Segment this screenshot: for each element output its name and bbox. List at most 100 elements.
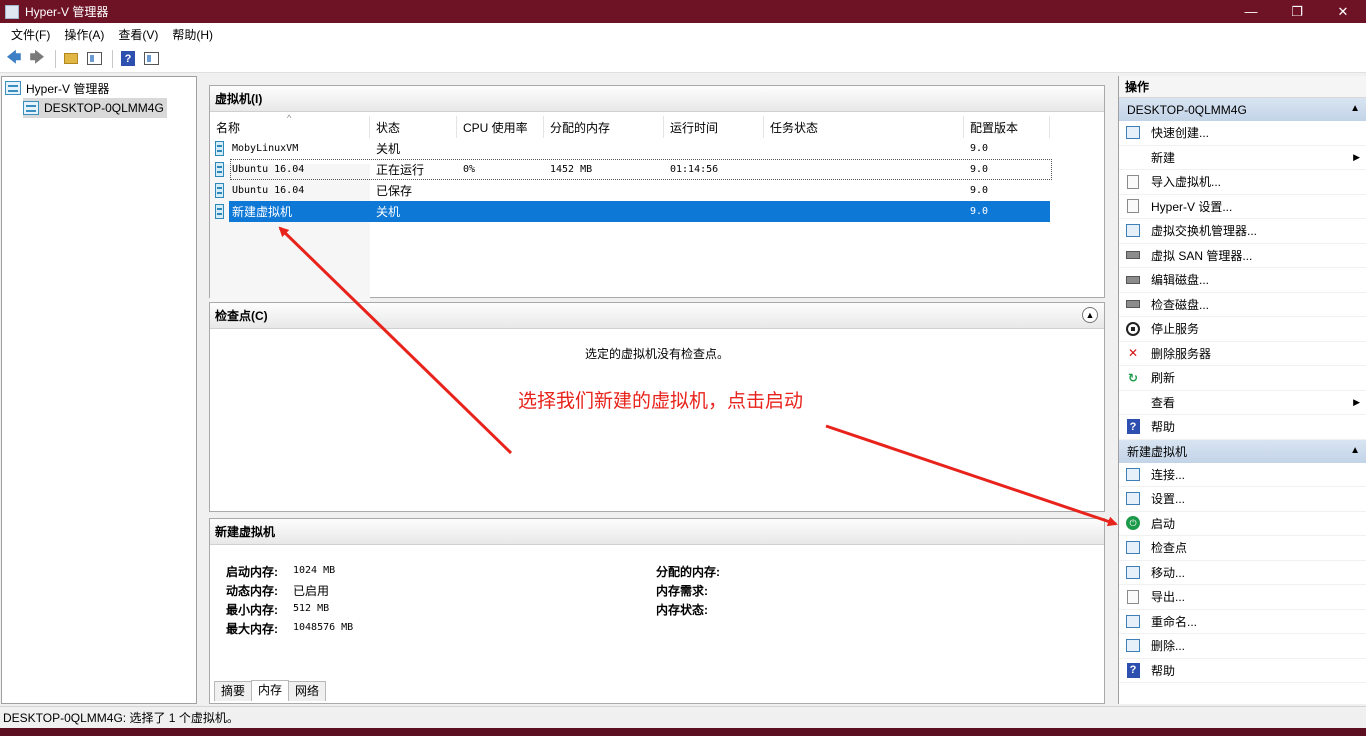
maximize-button[interactable]: ❐ (1274, 0, 1320, 23)
action-checkpoint[interactable]: 检查点 (1119, 536, 1366, 561)
collapse-icon[interactable]: ▲ (1350, 445, 1360, 456)
detail-label: 最小内存: (226, 603, 278, 617)
action-quick-create[interactable]: 快速创建... (1119, 121, 1366, 146)
column-header-cpu[interactable]: CPU 使用率 (457, 116, 544, 138)
vm-state: 关机 (376, 142, 401, 156)
action-inspect-disk[interactable]: 检查磁盘... (1119, 293, 1366, 317)
details-panel: 新建虚拟机 启动内存: 1024 MB 动态内存: 已启用 最小内存: 512 … (209, 518, 1105, 704)
vm-row[interactable]: MobyLinuxVM 关机 9.0 (210, 138, 1050, 159)
tab-memory[interactable]: 内存 (251, 680, 290, 701)
vm-version: 9.0 (970, 185, 989, 196)
window-title: Hyper-V 管理器 (25, 5, 109, 19)
action-new[interactable]: 新建 ▶ (1119, 146, 1366, 170)
status-text: DESKTOP-0QLMM4G: 选择了 1 个虚拟机。 (3, 711, 239, 725)
help-icon: ? (1125, 419, 1141, 435)
action-vm-settings[interactable]: 设置... (1119, 487, 1366, 512)
detail-label: 内存状态: (656, 603, 708, 617)
sort-ascending-icon: ^ (287, 113, 292, 123)
toolbar-separator (112, 49, 113, 68)
help-icon: ? (1125, 662, 1141, 678)
inspect-disk-icon (1125, 296, 1141, 312)
column-header-memory[interactable]: 分配的内存 (544, 116, 664, 138)
show-hide-action-pane-icon[interactable] (141, 49, 161, 69)
action-group-server-title: DESKTOP-0QLMM4G (1127, 102, 1247, 117)
vm-row[interactable]: Ubuntu 16.04 已保存 9.0 (210, 180, 1050, 201)
column-header-name[interactable]: ^ 名称 (210, 113, 370, 138)
action-group-vm-title: 新建虚拟机 (1127, 444, 1188, 459)
action-virtual-san-manager[interactable]: 虚拟 SAN 管理器... (1119, 244, 1366, 268)
action-view[interactable]: 查看 ▶ (1119, 391, 1366, 415)
action-stop-service[interactable]: 停止服务 (1119, 317, 1366, 342)
action-group-server[interactable]: DESKTOP-0QLMM4G ▲ (1119, 98, 1366, 121)
title-bar: Hyper-V 管理器 — ❐ ✕ (0, 0, 1366, 23)
vm-settings-icon (1125, 491, 1141, 507)
show-hide-console-tree-icon[interactable] (84, 49, 104, 69)
vm-icon (215, 162, 224, 177)
details-tabs: 摘要 内存 网络 (214, 680, 327, 701)
menu-help[interactable]: 帮助(H) (165, 26, 220, 43)
back-arrow-icon[interactable]: 🡄 (4, 49, 24, 69)
menu-action[interactable]: 操作(A) (57, 26, 111, 43)
action-export[interactable]: 导出... (1119, 585, 1366, 610)
checkpoint-empty-message: 选定的虚拟机没有检查点。 (584, 347, 729, 361)
collapse-icon[interactable]: ▲ (1350, 103, 1360, 114)
action-remove-server[interactable]: ✕ 删除服务器 (1119, 342, 1366, 366)
detail-label: 内存需求: (656, 584, 708, 598)
column-header-config-version[interactable]: 配置版本 (964, 116, 1050, 138)
vm-row-selected[interactable]: 新建虚拟机 关机 9.0 (210, 201, 1050, 222)
action-import-vm[interactable]: 导入虚拟机... (1119, 170, 1366, 195)
action-rename[interactable]: 重命名... (1119, 610, 1366, 634)
action-group-vm[interactable]: 新建虚拟机 ▲ (1119, 439, 1366, 463)
action-help[interactable]: ? 帮助 (1119, 415, 1366, 440)
vm-version: 9.0 (970, 206, 989, 217)
detail-value: 已启用 (293, 584, 330, 598)
help-icon[interactable]: ? (118, 49, 138, 69)
tree-root-hyperv-manager[interactable]: Hyper-V 管理器 (5, 78, 109, 98)
remove-server-icon: ✕ (1127, 346, 1139, 361)
edit-disk-icon (1125, 272, 1141, 288)
details-panel-title: 新建虚拟机 (210, 519, 1104, 545)
taskbar-strip (0, 728, 1366, 736)
menu-view[interactable]: 查看(V) (111, 26, 165, 43)
action-start[interactable]: ⏻ 启动 (1119, 512, 1366, 536)
virtual-switch-icon (1125, 223, 1141, 239)
vm-state: 关机 (376, 205, 401, 219)
column-header-state[interactable]: 状态 (370, 116, 457, 138)
action-refresh[interactable]: ↻ 刷新 (1119, 366, 1366, 391)
tab-network[interactable]: 网络 (288, 681, 327, 701)
action-vm-help[interactable]: ? 帮助 (1119, 659, 1366, 683)
vm-panel-title: 虚拟机(I) (210, 86, 1104, 112)
collapse-icon[interactable]: ▲ (1082, 307, 1098, 323)
tab-summary[interactable]: 摘要 (214, 681, 253, 701)
toolbar: 🡄 🡆 ? (0, 45, 1366, 73)
blank-icon (1125, 149, 1141, 165)
checkpoint-panel-header: 检查点(C) ▲ (210, 303, 1104, 329)
submenu-arrow-icon: ▶ (1353, 151, 1360, 162)
vm-row[interactable]: Ubuntu 16.04 正在运行 0% 1452 MB 01:14:56 9.… (215, 159, 1052, 180)
minimize-button[interactable]: — (1228, 0, 1274, 23)
action-hyperv-settings[interactable]: Hyper-V 设置... (1119, 195, 1366, 219)
action-delete[interactable]: 删除... (1119, 634, 1366, 659)
action-virtual-switch-manager[interactable]: 虚拟交换机管理器... (1119, 219, 1366, 244)
action-edit-disk[interactable]: 编辑磁盘... (1119, 268, 1366, 293)
forward-arrow-icon[interactable]: 🡆 (27, 49, 47, 69)
menu-file[interactable]: 文件(F) (4, 26, 57, 43)
vm-name: 新建虚拟机 (232, 205, 293, 219)
export-icon (1125, 589, 1141, 605)
action-move[interactable]: 移动... (1119, 561, 1366, 585)
action-connect[interactable]: 连接... (1119, 463, 1366, 487)
detail-label: 分配的内存: (656, 565, 720, 579)
column-header-task-status[interactable]: 任务状态 (764, 116, 964, 138)
stop-service-icon (1125, 321, 1141, 337)
quick-create-icon (1125, 125, 1141, 141)
vm-state: 正在运行 (376, 163, 425, 177)
selection-highlight (229, 201, 1050, 222)
vm-icon (215, 204, 224, 219)
vm-icon (215, 183, 224, 198)
column-header-uptime[interactable]: 运行时间 (664, 116, 764, 138)
detail-value: 1048576 MB (293, 622, 354, 633)
checkpoint-panel-title: 检查点(C) (215, 309, 268, 323)
folder-up-icon[interactable] (61, 49, 81, 69)
close-button[interactable]: ✕ (1320, 0, 1366, 23)
tree-item-server[interactable]: DESKTOP-0QLMM4G (23, 98, 167, 118)
